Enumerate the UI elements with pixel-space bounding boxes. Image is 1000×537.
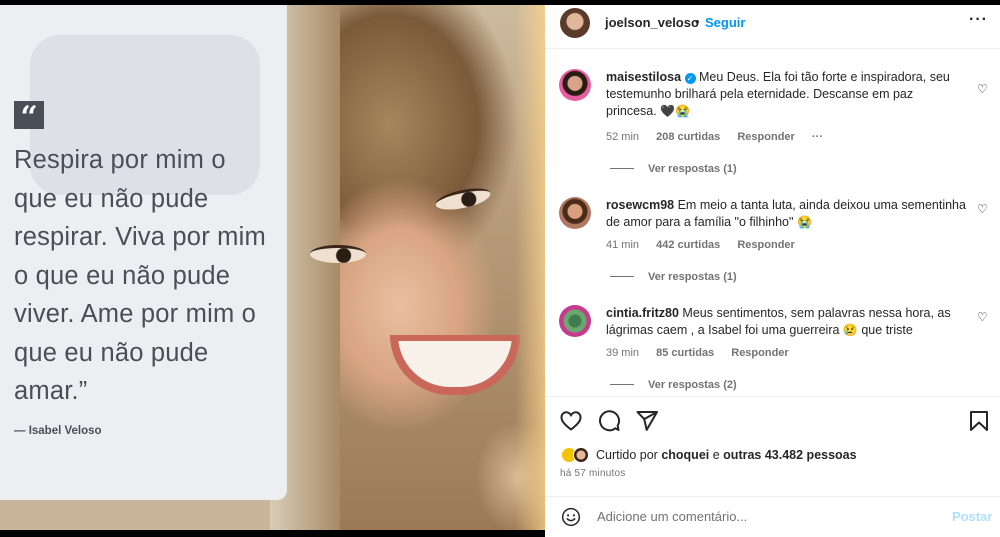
commenter-avatar[interactable]	[559, 69, 591, 101]
comment-time[interactable]: 41 min	[606, 239, 639, 251]
share-icon[interactable]	[635, 409, 659, 433]
comment-more-icon[interactable]: ···	[812, 131, 823, 143]
quote-icon: “	[14, 101, 44, 135]
comment-like-heart-icon[interactable]: ♡	[977, 202, 988, 216]
comment-like-heart-icon[interactable]: ♡	[977, 82, 988, 96]
commenter-avatar[interactable]	[559, 305, 591, 337]
follow-button[interactable]: Seguir	[705, 15, 745, 30]
comment-emoji: 🖤😭	[660, 104, 691, 118]
add-comment-bar: Adicione um comentário... Postar	[545, 496, 1000, 537]
quote-text: Respira por mim o que eu não pude respir…	[14, 146, 266, 405]
commenter-avatar[interactable]	[559, 197, 591, 229]
comment-input[interactable]: Adicione um comentário...	[597, 509, 747, 524]
comment-meta: 41 min 442 curtidas Responder	[606, 239, 809, 251]
comment-likes[interactable]: 442 curtidas	[656, 239, 720, 251]
post-timestamp[interactable]: há 57 minutos	[560, 468, 625, 479]
comment-text-end: que triste	[861, 323, 913, 337]
reply-button[interactable]: Responder	[737, 131, 794, 143]
comment-like-heart-icon[interactable]: ♡	[977, 310, 988, 324]
commenter-username[interactable]: rosewcm98	[606, 198, 674, 212]
view-replies-button[interactable]: Ver respostas (2)	[610, 379, 737, 391]
replies-divider	[610, 384, 634, 385]
comment-likes[interactable]: 208 curtidas	[656, 131, 720, 143]
comment-time[interactable]: 39 min	[606, 347, 639, 359]
liker-avatar[interactable]	[573, 447, 589, 463]
bookmark-icon[interactable]	[967, 409, 991, 433]
comment-emoji: 😢	[842, 323, 858, 337]
heart-icon[interactable]	[559, 409, 583, 433]
reply-button[interactable]: Responder	[731, 347, 788, 359]
liker-username[interactable]: choquei	[661, 448, 709, 462]
commenter-username[interactable]: cintia.fritz80	[606, 306, 679, 320]
author-avatar[interactable]	[560, 8, 590, 38]
action-bar	[545, 396, 1000, 463]
comment-meta: 39 min 85 curtidas Responder	[606, 347, 803, 359]
commenter-username[interactable]: maisestilosa	[606, 70, 681, 84]
other-likers[interactable]: outras 43.482 pessoas	[723, 448, 856, 462]
emoji-icon[interactable]	[561, 507, 581, 527]
comment-likes[interactable]: 85 curtidas	[656, 347, 714, 359]
replies-divider	[610, 276, 634, 277]
quote-card: “ Respira por mim o que eu não pude resp…	[0, 5, 287, 500]
comment-emoji: 😭	[796, 215, 812, 229]
post-side-panel: joelson_veloso • Seguir ··· maisestilosa…	[545, 5, 1000, 537]
likes-summary[interactable]: Curtido por choquei e outras 43.482 pess…	[596, 448, 857, 462]
reply-button[interactable]: Responder	[737, 239, 794, 251]
verified-badge-icon: ✓	[684, 73, 696, 84]
quote-author: — Isabel Veloso	[14, 425, 102, 437]
comment-meta: 52 min 208 curtidas Responder ···	[606, 131, 837, 143]
author-username[interactable]: joelson_veloso	[605, 15, 699, 30]
post-header: joelson_veloso • Seguir ···	[545, 5, 1000, 49]
separator-dot: •	[695, 14, 700, 29]
replies-divider	[610, 168, 634, 169]
view-replies-button[interactable]: Ver respostas (1)	[610, 271, 737, 283]
instagram-post-screen: “ Respira por mim o que eu não pude resp…	[0, 0, 1000, 537]
post-button[interactable]: Postar	[952, 509, 992, 524]
more-options-icon[interactable]: ···	[969, 11, 988, 29]
comment-icon[interactable]	[597, 409, 621, 433]
portrait-photo	[270, 5, 545, 530]
view-replies-button[interactable]: Ver respostas (1)	[610, 163, 737, 175]
post-media[interactable]: “ Respira por mim o que eu não pude resp…	[0, 5, 545, 530]
comment-time[interactable]: 52 min	[606, 131, 639, 143]
